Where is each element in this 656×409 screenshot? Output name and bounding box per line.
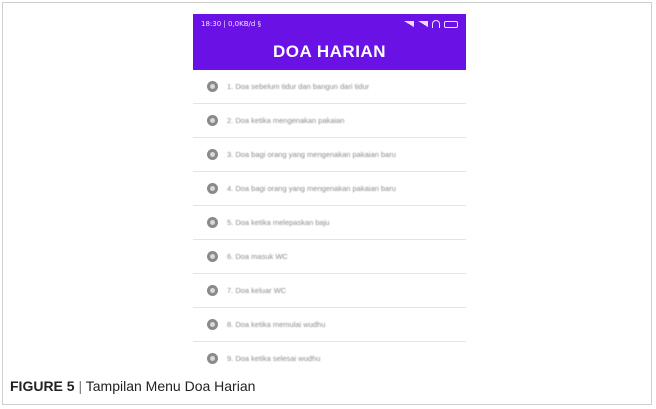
phone-screen: 18:30 | 0,0KB/d § DOA HARIAN 1. Doa sebe…	[193, 14, 466, 366]
signal-icon	[418, 21, 428, 27]
circle-info-icon	[207, 149, 218, 160]
doa-list: 1. Doa sebelum tidur dan bangun dari tid…	[193, 70, 466, 366]
list-item-label: 8. Doa ketika memulai wudhu	[227, 320, 326, 329]
circle-info-icon	[207, 183, 218, 194]
circle-info-icon	[207, 319, 218, 330]
circle-info-icon	[207, 251, 218, 262]
list-item[interactable]: 6. Doa masuk WC	[193, 240, 466, 274]
caption-separator: |	[78, 378, 83, 394]
list-item-label: 3. Doa bagi orang yang mengenakan pakaia…	[227, 150, 396, 159]
list-item-label: 1. Doa sebelum tidur dan bangun dari tid…	[227, 82, 370, 91]
list-item[interactable]: 9. Doa ketika selesai wudhu	[193, 342, 466, 366]
list-item[interactable]: 5. Doa ketika melepaskan baju	[193, 206, 466, 240]
circle-info-icon	[207, 285, 218, 296]
caption-text: Tampilan Menu Doa Harian	[85, 378, 256, 394]
status-icons	[404, 20, 458, 28]
list-item[interactable]: 2. Doa ketika mengenakan pakaian	[193, 104, 466, 138]
list-item[interactable]: 8. Doa ketika memulai wudhu	[193, 308, 466, 342]
circle-info-icon	[207, 217, 218, 228]
wifi-icon	[432, 20, 440, 28]
list-item-label: 7. Doa keluar WC	[227, 286, 287, 295]
status-bar: 18:30 | 0,0KB/d §	[193, 14, 466, 34]
signal-icon	[404, 21, 414, 27]
list-item-label: 9. Doa ketika selesai wudhu	[227, 354, 321, 363]
app-bar: DOA HARIAN	[193, 34, 466, 70]
list-item-label: 6. Doa masuk WC	[227, 252, 288, 261]
list-item[interactable]: 1. Doa sebelum tidur dan bangun dari tid…	[193, 70, 466, 104]
list-item-label: 4. Doa bagi orang yang mengenakan pakaia…	[227, 184, 396, 193]
list-item[interactable]: 7. Doa keluar WC	[193, 274, 466, 308]
list-item[interactable]: 4. Doa bagi orang yang mengenakan pakaia…	[193, 172, 466, 206]
list-item[interactable]: 3. Doa bagi orang yang mengenakan pakaia…	[193, 138, 466, 172]
list-item-label: 2. Doa ketika mengenakan pakaian	[227, 116, 345, 125]
page-title: DOA HARIAN	[273, 42, 386, 61]
circle-info-icon	[207, 81, 218, 92]
figure-caption: FIGURE 5 | Tampilan Menu Doa Harian	[10, 378, 255, 394]
battery-icon	[444, 20, 458, 28]
list-item-label: 5. Doa ketika melepaskan baju	[227, 218, 330, 227]
circle-info-icon	[207, 115, 218, 126]
status-time: 18:30 | 0,0KB/d §	[201, 20, 262, 28]
circle-info-icon	[207, 353, 218, 364]
caption-label: FIGURE 5	[10, 378, 75, 394]
